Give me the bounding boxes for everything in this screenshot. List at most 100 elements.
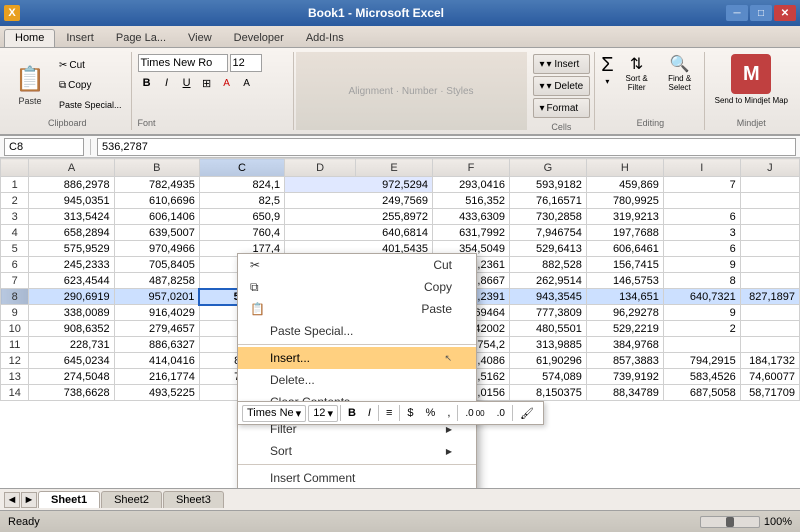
- cell-a1[interactable]: 886,2978: [29, 177, 114, 193]
- mini-bold-button[interactable]: B: [343, 405, 361, 421]
- cell-i6[interactable]: [740, 257, 799, 273]
- cell-c2[interactable]: 82,5: [199, 193, 284, 209]
- cell-a9[interactable]: 338,0089: [29, 305, 114, 321]
- send-to-mindjet-button[interactable]: M Send to Mindjet Map: [715, 54, 788, 116]
- cell-g6[interactable]: 156,7415: [586, 257, 663, 273]
- sheet-tab-2[interactable]: Sheet2: [101, 491, 162, 508]
- cell-i4[interactable]: [740, 225, 799, 241]
- cell-i11[interactable]: [740, 337, 799, 353]
- cell-b3[interactable]: 606,1406: [114, 209, 199, 225]
- col-header-a[interactable]: A: [29, 159, 114, 177]
- formula-input[interactable]: [97, 138, 796, 156]
- cell-g10[interactable]: 529,2219: [586, 321, 663, 337]
- cell-g1[interactable]: 459,869: [586, 177, 663, 193]
- cell-e3[interactable]: 433,6309: [433, 209, 510, 225]
- cell-g8[interactable]: 943,3545: [509, 289, 586, 305]
- cell-i12[interactable]: 184,1732: [740, 353, 799, 369]
- mini-align-button[interactable]: ≡: [381, 405, 397, 421]
- cell-h11[interactable]: [663, 337, 740, 353]
- font-size-box[interactable]: 12: [230, 54, 262, 72]
- context-menu-paste[interactable]: 📋 Paste: [238, 298, 476, 320]
- cell-d3[interactable]: 255,8972: [285, 209, 433, 225]
- cell-g12[interactable]: 857,3883: [586, 353, 663, 369]
- cell-i7[interactable]: [740, 273, 799, 289]
- col-header-b[interactable]: B: [114, 159, 199, 177]
- cell-j8[interactable]: 827,1897: [740, 289, 799, 305]
- cell-d1[interactable]: 972,5294: [285, 177, 433, 193]
- cell-a8[interactable]: 290,6919: [29, 289, 114, 305]
- col-header-f[interactable]: F: [433, 159, 510, 177]
- cell-e4[interactable]: 631,7992: [433, 225, 510, 241]
- cell-h6[interactable]: 9: [663, 257, 740, 273]
- cell-h7[interactable]: 8: [663, 273, 740, 289]
- cell-g2[interactable]: 780,9925: [586, 193, 663, 209]
- cell-g3[interactable]: 319,9213: [586, 209, 663, 225]
- mini-dec-dec-button[interactable]: .0: [492, 406, 510, 421]
- cell-h1[interactable]: 7: [663, 177, 740, 193]
- sheet-tab-1[interactable]: Sheet1: [38, 491, 100, 508]
- cell-g9[interactable]: 96,29278: [586, 305, 663, 321]
- cell-b13[interactable]: 216,1774: [114, 369, 199, 385]
- cell-f14[interactable]: 8,150375: [509, 385, 586, 401]
- cell-a6[interactable]: 245,2333: [29, 257, 114, 273]
- cell-i1[interactable]: [740, 177, 799, 193]
- cell-f7[interactable]: 262,9514: [509, 273, 586, 289]
- cell-f1[interactable]: 593,9182: [509, 177, 586, 193]
- cell-g13[interactable]: 739,9192: [586, 369, 663, 385]
- cell-a13[interactable]: 274,5048: [29, 369, 114, 385]
- mini-paint-button[interactable]: 🖌: [515, 405, 539, 422]
- cell-f3[interactable]: 730,2858: [509, 209, 586, 225]
- cell-b9[interactable]: 916,4029: [114, 305, 199, 321]
- italic-button[interactable]: I: [158, 74, 176, 92]
- col-header-c[interactable]: C: [199, 159, 284, 177]
- mini-comma-button[interactable]: ,: [442, 405, 455, 421]
- tab-insert[interactable]: Insert: [55, 29, 105, 47]
- copy-button[interactable]: ⧉ Copy: [54, 76, 127, 94]
- cut-button[interactable]: ✂ Cut: [54, 56, 127, 74]
- context-menu-sort[interactable]: Sort ▶: [238, 440, 476, 462]
- cell-b6[interactable]: 705,8405: [114, 257, 199, 273]
- cell-b1[interactable]: 782,4935: [114, 177, 199, 193]
- context-menu-insert-comment[interactable]: Insert Comment: [238, 467, 476, 488]
- cell-g4[interactable]: 197,7688: [586, 225, 663, 241]
- cell-f6[interactable]: 882,528: [509, 257, 586, 273]
- cell-h5[interactable]: 6: [663, 241, 740, 257]
- cell-h13[interactable]: 583,4526: [663, 369, 740, 385]
- tab-home[interactable]: Home: [4, 29, 55, 47]
- sheet-tab-3[interactable]: Sheet3: [163, 491, 224, 508]
- cell-a14[interactable]: 738,6628: [29, 385, 114, 401]
- cell-f2[interactable]: 76,16571: [509, 193, 586, 209]
- col-header-h[interactable]: H: [586, 159, 663, 177]
- cell-b7[interactable]: 487,8258: [114, 273, 199, 289]
- cell-f9[interactable]: 777,3809: [509, 305, 586, 321]
- format-cells-button[interactable]: ▾ Format: [533, 98, 591, 118]
- mini-dollar-button[interactable]: $: [402, 405, 418, 421]
- cell-a2[interactable]: 945,0351: [29, 193, 114, 209]
- cell-c3[interactable]: 650,9: [199, 209, 284, 225]
- cell-d4[interactable]: 640,6814: [285, 225, 433, 241]
- cell-g14[interactable]: 88,34789: [586, 385, 663, 401]
- zoom-slider[interactable]: [700, 516, 760, 528]
- context-menu-insert[interactable]: Insert... ↖: [238, 347, 476, 369]
- cell-d2[interactable]: 249,7569: [285, 193, 433, 209]
- cell-i3[interactable]: [740, 209, 799, 225]
- cell-a10[interactable]: 908,6352: [29, 321, 114, 337]
- cell-i13[interactable]: 74,60077: [740, 369, 799, 385]
- col-header-j[interactable]: J: [740, 159, 799, 177]
- tab-page-layout[interactable]: Page La...: [105, 29, 177, 47]
- delete-cells-button[interactable]: ▾ ▾ Delete: [533, 76, 591, 96]
- cell-b8[interactable]: 957,0201: [114, 289, 199, 305]
- cell-a12[interactable]: 645,0234: [29, 353, 114, 369]
- cell-a11[interactable]: 228,731: [29, 337, 114, 353]
- col-header-d[interactable]: D: [285, 159, 356, 177]
- cell-a3[interactable]: 313,5424: [29, 209, 114, 225]
- cell-g11[interactable]: 384,9768: [586, 337, 663, 353]
- cell-g7[interactable]: 146,5753: [586, 273, 663, 289]
- minimize-button[interactable]: ─: [726, 5, 748, 21]
- context-menu-delete[interactable]: Delete...: [238, 369, 476, 391]
- sort-filter-button[interactable]: ⇅ Sort & Filter: [618, 54, 656, 92]
- cell-a4[interactable]: 658,2894: [29, 225, 114, 241]
- cell-f5[interactable]: 529,6413: [509, 241, 586, 257]
- cell-e1[interactable]: 293,0416: [433, 177, 510, 193]
- sum-button[interactable]: Σ ▾: [601, 54, 613, 92]
